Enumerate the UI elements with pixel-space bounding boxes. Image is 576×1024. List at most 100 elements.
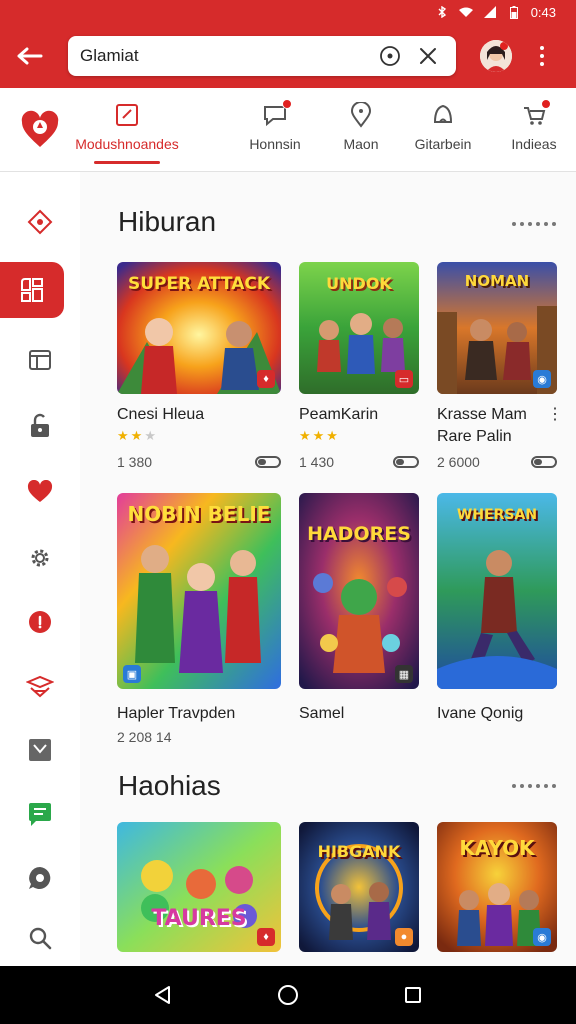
app-logo[interactable]	[20, 110, 60, 150]
tab-label: Maon	[343, 136, 379, 152]
back-triangle-icon	[154, 986, 170, 1004]
section-more-button[interactable]	[512, 784, 556, 788]
side-navigation-rail	[0, 172, 80, 966]
checkbox-icon	[29, 739, 51, 761]
more-menu-button[interactable]	[528, 40, 556, 72]
nav-recents-button[interactable]	[393, 975, 433, 1015]
router-icon	[26, 675, 54, 698]
rail-item-window[interactable]	[18, 338, 62, 382]
card-menu-button[interactable]: ⋮	[547, 404, 563, 424]
tab-indieas[interactable]: Indieas	[510, 99, 558, 164]
rail-item-messages[interactable]	[18, 792, 62, 836]
tab-honnsin[interactable]: Honnsin	[246, 99, 304, 164]
app-badge-icon: ●	[395, 928, 413, 946]
mic-button[interactable]	[374, 40, 406, 72]
rail-item-favorites[interactable]	[18, 470, 62, 514]
game-card[interactable]: NOMAN ◉ Krasse Mam ⋮ Rare Palin 2 6000	[437, 262, 563, 470]
game-thumbnail: NOMAN ◉	[437, 262, 557, 394]
game-thumbnail: KAYOK ◉	[437, 822, 557, 952]
bell-icon	[430, 102, 456, 128]
app-badge-icon: ◉	[533, 370, 551, 388]
star-rating: ★★★	[117, 428, 158, 443]
edit-icon	[114, 102, 140, 128]
window-icon	[29, 350, 51, 370]
chat-icon	[262, 99, 292, 128]
status-time: 0:43	[530, 4, 556, 20]
nav-back-button[interactable]	[143, 975, 183, 1015]
game-card[interactable]: SUPER ATTACK ♦ Cnesi Hleua ★★★ 1 380	[117, 262, 281, 470]
search-input[interactable]	[80, 46, 368, 66]
close-icon	[420, 48, 436, 64]
install-toggle[interactable]	[393, 456, 419, 468]
notification-badge	[282, 99, 292, 109]
thumbnail-title: SUPER ATTACK	[127, 274, 271, 294]
rail-item-badge[interactable]	[18, 200, 62, 244]
game-subtitle: Rare Palin	[437, 428, 512, 445]
badge-icon	[27, 209, 53, 235]
game-card[interactable]: WHERSAN Ivane Qonig	[437, 493, 557, 725]
thumbnail-title: NOBIN BELIE	[127, 502, 271, 526]
game-thumbnail: SUPER ATTACK ♦	[117, 262, 281, 394]
app-badge-icon: ♦	[257, 370, 275, 388]
rail-item-settings[interactable]	[18, 536, 62, 580]
app-badge-icon: ▭	[395, 370, 413, 388]
message-icon	[29, 803, 51, 826]
game-card[interactable]: KAYOK ◉	[437, 822, 557, 952]
search-box[interactable]	[68, 36, 456, 76]
game-card[interactable]: HIBGANK ●	[299, 822, 419, 952]
game-card[interactable]: NOBIN BELIE ▣ Hapler Travpden 2 208 14	[117, 493, 281, 745]
tab-label: Gitarbein	[414, 136, 472, 152]
thumbnail-title: NOMAN	[464, 272, 530, 290]
tab-maon[interactable]: Maon	[338, 101, 384, 164]
rail-item-chat[interactable]	[18, 856, 62, 900]
signal-icon	[483, 6, 497, 18]
app-logo-icon	[21, 110, 59, 147]
game-title: Ivane Qonig	[437, 705, 524, 722]
game-thumbnail: UNDOK ▭	[299, 262, 419, 394]
cart-icon	[521, 99, 551, 128]
app-badge-icon: ▦	[395, 665, 413, 683]
section-more-button[interactable]	[512, 222, 556, 226]
home-circle-icon	[277, 985, 298, 1005]
game-title: Samel	[299, 705, 345, 722]
install-toggle[interactable]	[531, 456, 557, 468]
rail-item-router[interactable]	[18, 664, 62, 708]
mic-icon	[380, 46, 400, 66]
thumbnail-title: UNDOK	[326, 274, 392, 293]
clear-search-button[interactable]	[412, 40, 444, 72]
tab-label: Modushnoandes	[75, 136, 179, 152]
main-content: Hiburan SUPER ATTACK ♦ Cnesi Hleua ★★★ 1…	[80, 172, 576, 966]
game-card[interactable]: TAURES ♦	[117, 822, 281, 952]
rail-item-tasks[interactable]	[18, 728, 62, 772]
gear-icon	[31, 549, 49, 567]
thumbnail-title: HIBGANK	[317, 842, 401, 861]
nav-home-button[interactable]	[268, 975, 308, 1015]
game-title: Cnesi Hleua	[117, 406, 205, 423]
thumbnail-title: HADORES	[307, 523, 411, 545]
back-button[interactable]	[0, 24, 60, 88]
install-toggle[interactable]	[255, 456, 281, 468]
heart-icon	[27, 480, 53, 502]
wifi-icon	[458, 6, 473, 18]
game-thumbnail: TAURES ♦	[117, 822, 281, 952]
rail-item-search[interactable]	[18, 916, 62, 960]
game-title: PeamKarin	[299, 406, 379, 423]
rail-item-apps[interactable]	[0, 262, 64, 318]
tab-label: Honnsin	[249, 136, 301, 152]
app-badge-icon: ▣	[123, 665, 141, 683]
game-title: Hapler Travpden	[117, 705, 236, 722]
rail-item-pin[interactable]	[18, 600, 62, 644]
rail-item-unlock[interactable]	[18, 404, 62, 448]
app-badge-icon: ◉	[533, 928, 551, 946]
thumbnail-title: WHERSAN	[456, 507, 538, 523]
game-thumbnail: WHERSAN	[437, 493, 557, 689]
section-title: Haohias	[118, 770, 221, 801]
tab-modushnoandes[interactable]: Modushnoandes	[75, 102, 179, 164]
back-arrow-icon	[17, 47, 43, 65]
avatar[interactable]	[480, 40, 512, 72]
status-bar: 0:43	[0, 0, 576, 24]
game-card[interactable]: HADORES ▦ Samel	[299, 493, 419, 725]
tab-gitarbein[interactable]: Gitarbein	[412, 102, 474, 164]
game-card[interactable]: UNDOK ▭ PeamKarin ★★★ 1 430	[299, 262, 419, 470]
notification-badge	[541, 99, 551, 109]
